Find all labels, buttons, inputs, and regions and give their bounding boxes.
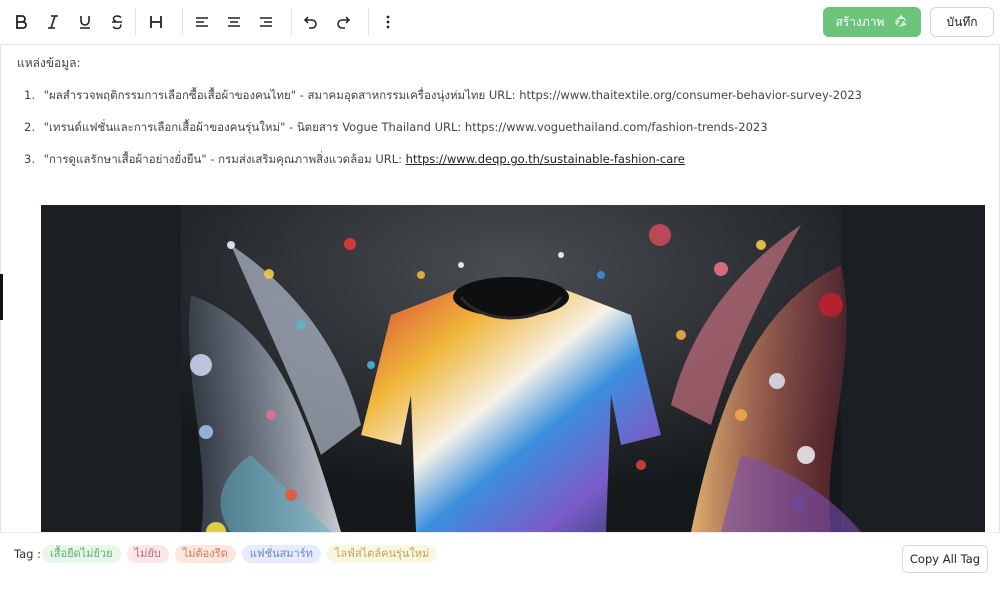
list-number: 1. (24, 88, 35, 102)
editor-toolbar: สร้างภาพ บันทึก (0, 0, 1000, 45)
tag-chip[interactable]: ไม่ต้องรีด (174, 545, 236, 563)
sources-title: แหล่งข้อมูล: (17, 56, 81, 70)
generated-tshirt-image (41, 205, 985, 532)
list-item: 3. "การดูแลรักษาเสื้อผ้าอย่างยั่งยืน" - … (24, 150, 984, 182)
source-link[interactable]: https://www.deqp.go.th/sustainable-fashi… (406, 152, 685, 166)
tag-chip[interactable]: แฟชั่นสมาร์ท (241, 545, 321, 563)
underline-icon[interactable] (71, 8, 99, 36)
undo-icon[interactable] (297, 8, 325, 36)
bold-icon[interactable] (7, 8, 35, 36)
align-left-icon[interactable] (188, 8, 216, 36)
list-item: 1. "ผลสำรวจพฤติกรรมการเลือกซื้อเสื้อผ้าข… (24, 86, 984, 118)
toolbar-divider (135, 8, 136, 36)
toolbar-divider (182, 8, 183, 36)
tag-chip[interactable]: ไม่ยับ (126, 545, 169, 563)
heading-icon[interactable] (142, 8, 170, 36)
list-item: 2. "เทรนด์แฟชั่นและการเลือกเสื้อผ้าของคน… (24, 118, 984, 150)
more-vertical-icon[interactable] (374, 8, 402, 36)
generate-image-button[interactable]: สร้างภาพ (823, 7, 921, 37)
tag-label: Tag : (14, 547, 41, 561)
copy-all-tags-button[interactable]: Copy All Tag (902, 545, 988, 573)
tag-list: เสื้อยืดไม่ย้วย ไม่ยับ ไม่ต้องรีด แฟชั่น… (42, 545, 438, 563)
source-text: "เทรนด์แฟชั่นและการเลือกเสื้อผ้าของคนรุ่… (43, 120, 768, 134)
strikethrough-icon[interactable] (103, 8, 131, 36)
tag-chip[interactable]: เสื้อยืดไม่ย้วย (42, 545, 121, 563)
source-text: "ผลสำรวจพฤติกรรมการเลือกซื้อเสื้อผ้าของค… (43, 88, 862, 102)
align-right-icon[interactable] (252, 8, 280, 36)
italic-icon[interactable] (39, 8, 67, 36)
list-number: 2. (24, 120, 35, 134)
caret-indicator (0, 274, 3, 320)
save-button[interactable]: บันทึก (930, 7, 994, 37)
generate-image-label: สร้างภาพ (835, 14, 885, 29)
tag-bar: Tag : เสื้อยืดไม่ย้วย ไม่ยับ ไม่ต้องรีด … (0, 532, 1000, 593)
editor-content[interactable]: แหล่งข้อมูล: 1. "ผลสำรวจพฤติกรรมการเลือก… (0, 44, 1000, 532)
tag-chip[interactable]: ไลฟ์สไตล์คนรุ่นใหม่ (326, 545, 438, 563)
align-center-icon[interactable] (220, 8, 248, 36)
list-number: 3. (24, 152, 35, 166)
recycle-icon (894, 14, 908, 31)
source-text: "การดูแลรักษาเสื้อผ้าอย่างยั่งยืน" - กรม… (43, 152, 406, 166)
toolbar-divider (368, 8, 369, 36)
sources-list: 1. "ผลสำรวจพฤติกรรมการเลือกซื้อเสื้อผ้าข… (24, 86, 984, 182)
toolbar-divider (291, 8, 292, 36)
redo-icon[interactable] (329, 8, 357, 36)
